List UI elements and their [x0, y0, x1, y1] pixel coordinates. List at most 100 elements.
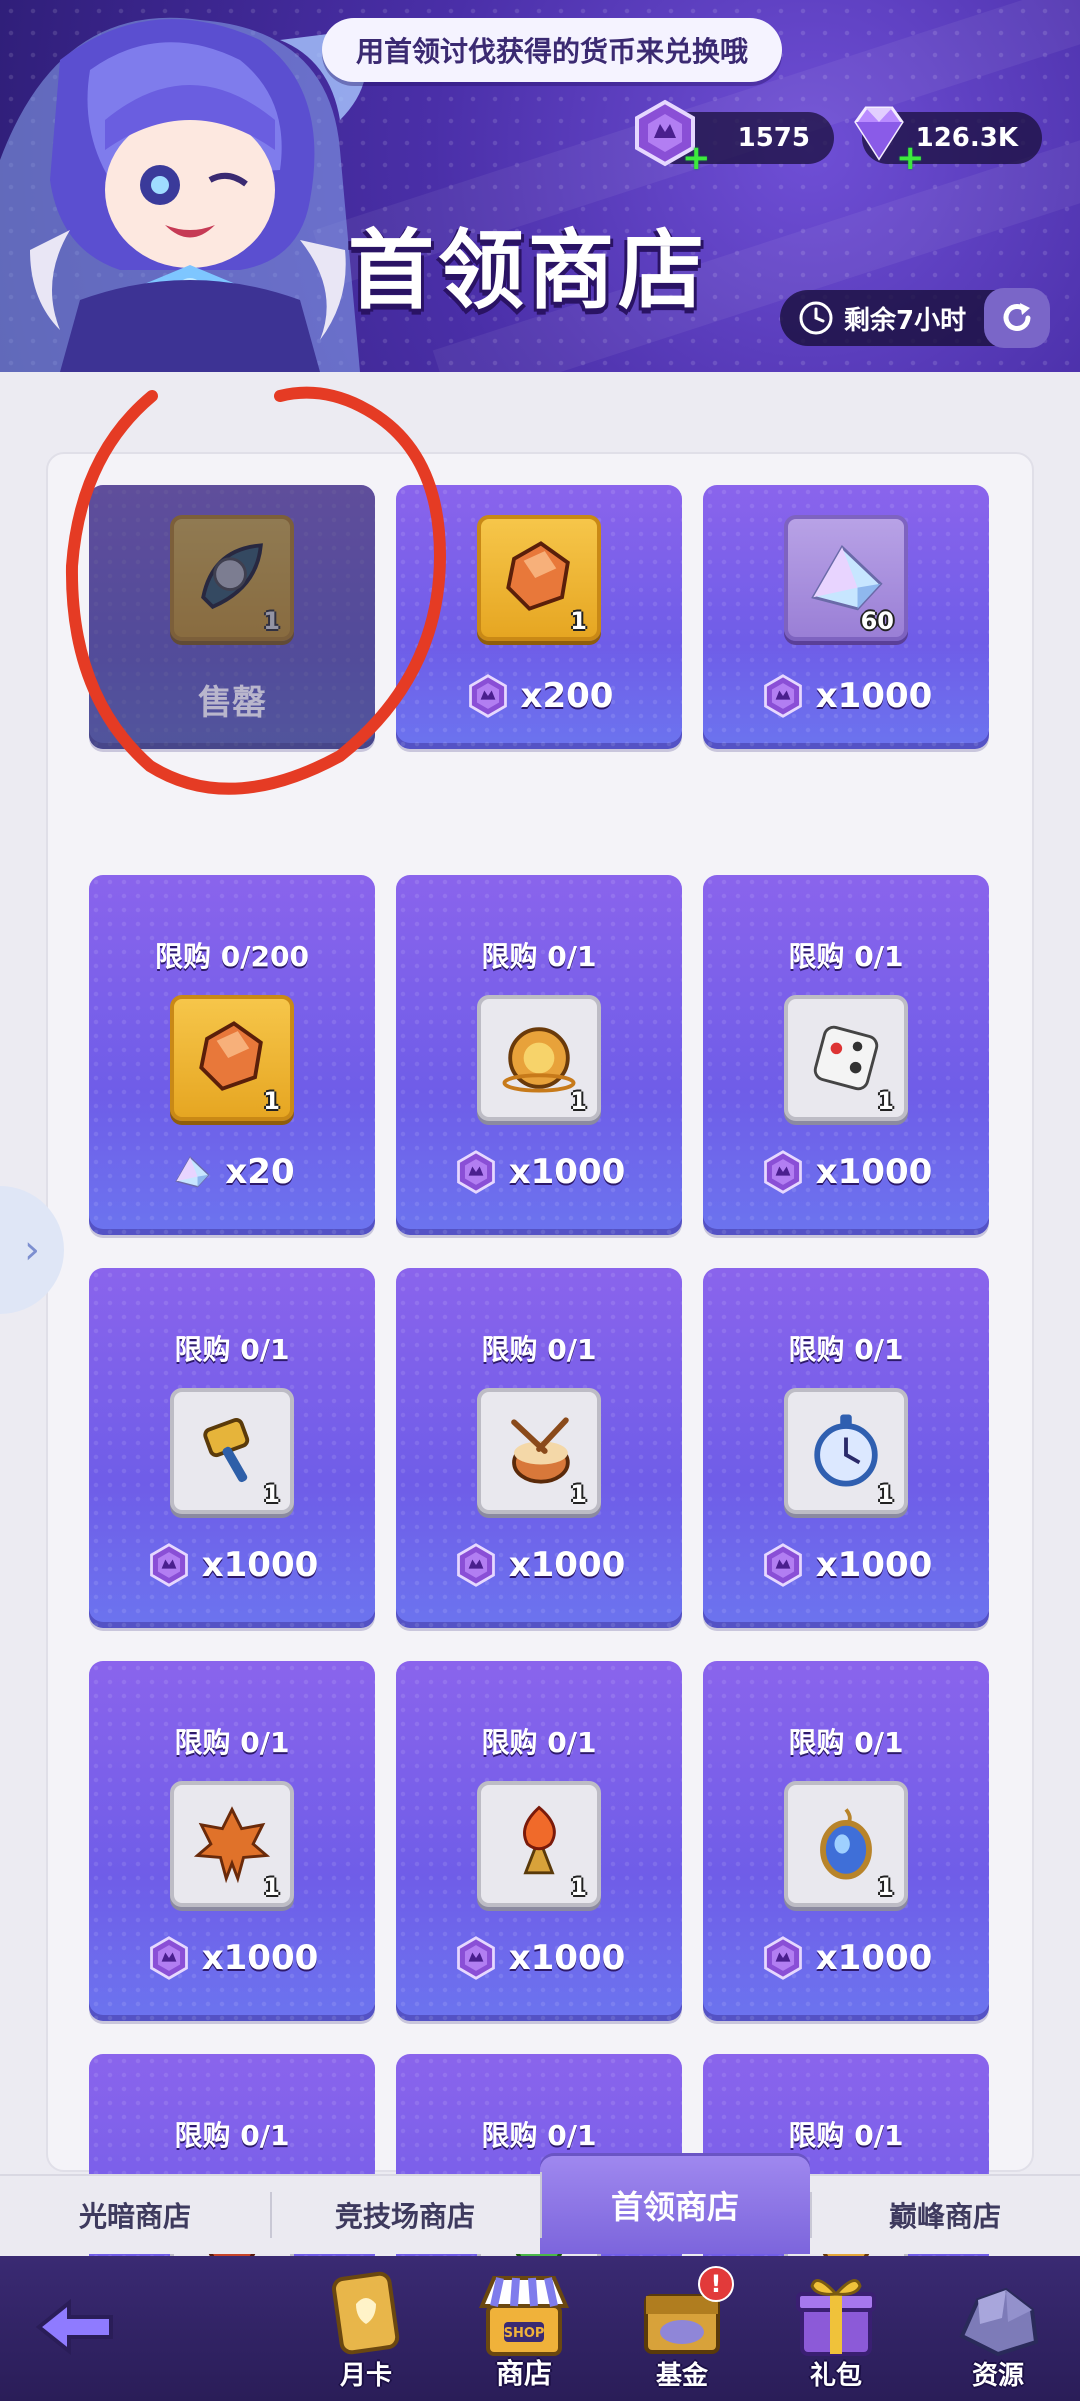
shop-item-card[interactable]: 1售罄 — [89, 485, 375, 749]
item-quantity: 1 — [263, 1480, 280, 1508]
price-amount: x1000 — [815, 1152, 933, 1192]
shop-item-card[interactable]: 限购 0/1 1 x1000 — [396, 1661, 682, 2021]
shop-item-card[interactable]: 限购 0/200 1 x20 — [89, 875, 375, 1235]
nav-monthly-card[interactable]: 月卡 — [306, 2266, 426, 2396]
price-amount: x200 — [520, 676, 614, 716]
shop-item-card[interactable]: 限购 0/1 1 x1000 — [396, 875, 682, 1235]
sold-out-label: 售罄 — [198, 683, 266, 723]
shop-item-card[interactable]: 1 x200 — [396, 485, 682, 749]
item-slot[interactable]: 1 — [170, 995, 294, 1121]
item-quantity: 1 — [570, 607, 587, 635]
shop-header: 用首领讨伐获得的货币来兑换哦 + 1575 + 126.3K 首领商店 剩余7小… — [0, 0, 1080, 372]
boss-token-icon — [763, 1936, 802, 1980]
boss-token-icon — [149, 1936, 188, 1980]
nav-shop[interactable]: SHOP 商店 — [464, 2266, 584, 2396]
nav-label: 礼包 — [809, 2361, 862, 2391]
price-amount: x1000 — [508, 1938, 626, 1978]
price-amount: x1000 — [201, 1938, 319, 1978]
nav-gift-pack[interactable]: 礼包 — [776, 2266, 896, 2396]
shop-item-card[interactable]: 限购 0/1 1 x1000 — [703, 875, 989, 1235]
purchase-limit-label: 限购 0/1 — [481, 2119, 597, 2152]
item-slot[interactable]: 1 — [784, 995, 908, 1121]
shop-stall-icon: SHOP — [478, 2276, 570, 2356]
item-slot[interactable]: 1 — [477, 995, 601, 1121]
shop-tip-bubble: 用首领讨伐获得的货币来兑换哦 — [322, 18, 782, 82]
shop-item-card[interactable]: 限购 0/1 1 x1000 — [703, 1661, 989, 2021]
resource-ore-icon — [959, 2287, 1039, 2357]
item-quantity: 1 — [263, 1087, 280, 1115]
gift-box-icon — [796, 2279, 876, 2356]
purchase-limit-label: 限购 0/200 — [155, 940, 309, 973]
add-diamond-icon[interactable]: + — [896, 138, 925, 178]
tab-light-dark-shop[interactable]: 光暗商店 — [0, 2176, 270, 2254]
diamond-amount: 126.3K — [915, 123, 1018, 153]
shop-item-card[interactable]: 限购 0/1 1 x1000 — [703, 1268, 989, 1628]
boss-token-counter[interactable]: + 1575 — [635, 99, 834, 178]
price-tag: x200 — [396, 673, 682, 719]
item-quantity: 1 — [877, 1480, 894, 1508]
price-amount: x1000 — [508, 1152, 626, 1192]
diamond-counter[interactable]: + 126.3K — [854, 106, 1042, 178]
price-tag: x1000 — [703, 1542, 989, 1588]
nav-label: 资源 — [971, 2361, 1024, 2391]
price-amount: x1000 — [815, 1545, 933, 1585]
boss-token-icon — [763, 1150, 802, 1194]
purchase-limit-label: 限购 0/1 — [174, 2119, 290, 2152]
boss-token-icon — [763, 674, 802, 718]
item-slot[interactable]: 1 — [784, 1781, 908, 1907]
item-slot[interactable]: 1 — [170, 1388, 294, 1514]
timer-text: 剩余7小时 — [844, 305, 967, 336]
price-amount: x20 — [225, 1152, 295, 1192]
purchase-limit-label: 限购 0/1 — [481, 1726, 597, 1759]
refresh-timer: 剩余7小时 — [780, 288, 1050, 348]
item-quantity: 1 — [570, 1480, 587, 1508]
nav-label: 商店 — [495, 2357, 552, 2390]
shop-item-card[interactable]: 60 x1000 — [703, 485, 989, 749]
item-slot[interactable]: 1 — [784, 1388, 908, 1514]
shop-item-card[interactable]: 限购 0/1 1 x1000 — [396, 1268, 682, 1628]
item-slot[interactable]: 60 — [784, 515, 908, 641]
refresh-icon — [1003, 303, 1031, 331]
price-tag: x20 — [89, 1149, 375, 1195]
purchase-limit-label: 限购 0/1 — [788, 2119, 904, 2152]
price-tag: x1000 — [396, 1935, 682, 1981]
item-quantity: 1 — [570, 1873, 587, 1901]
price-amount: x1000 — [815, 676, 933, 716]
add-boss-token-icon[interactable]: + — [682, 138, 711, 178]
price-tag: x1000 — [89, 1935, 375, 1981]
item-quantity: 1 — [263, 1873, 280, 1901]
nav-fund[interactable]: ! 基金 — [622, 2266, 742, 2396]
item-quantity: 1 — [877, 1087, 894, 1115]
back-button[interactable] — [24, 2282, 124, 2372]
purchase-limit-label: 限购 0/1 — [481, 1333, 597, 1366]
nav-resources[interactable]: 资源 — [938, 2266, 1058, 2396]
item-quantity: 60 — [860, 607, 894, 635]
shop-item-card[interactable]: 限购 0/1 1 x1000 — [89, 1661, 375, 2021]
purchase-limit-label: 限购 0/1 — [174, 1333, 290, 1366]
bottom-navigation: 月卡 SHOP 商店 ! 基金 礼包 资源 — [0, 2256, 1080, 2401]
chevron-right-icon: › — [24, 1227, 40, 1273]
shop-item-card[interactable]: 限购 0/1 1 x1000 — [89, 1268, 375, 1628]
tab-boss-shop[interactable]: 首领商店 — [540, 2156, 810, 2254]
item-slot[interactable]: 1 — [477, 1388, 601, 1514]
refresh-button[interactable] — [984, 288, 1050, 348]
clock-icon — [799, 301, 833, 335]
item-slot[interactable]: 1 — [170, 1781, 294, 1907]
tab-arena-shop[interactable]: 竞技场商店 — [270, 2176, 540, 2254]
boss-token-icon — [468, 674, 507, 718]
boss-token-icon — [456, 1936, 495, 1980]
boss-token-icon — [456, 1543, 495, 1587]
price-tag: x1000 — [703, 1149, 989, 1195]
boss-token-amount: 1575 — [737, 123, 810, 153]
item-slot[interactable]: 1 — [477, 1781, 601, 1907]
tab-peak-shop[interactable]: 巅峰商店 — [810, 2176, 1080, 2254]
item-quantity: 1 — [570, 1087, 587, 1115]
price-tag: x1000 — [89, 1542, 375, 1588]
item-slot[interactable]: 1 — [477, 515, 601, 641]
item-quantity: 1 — [877, 1873, 894, 1901]
notification-badge: ! — [698, 2266, 734, 2302]
nav-label: 基金 — [655, 2361, 708, 2391]
monthly-card-icon — [331, 2271, 400, 2355]
back-arrow-icon — [35, 2298, 113, 2356]
nav-label: 月卡 — [339, 2361, 392, 2391]
